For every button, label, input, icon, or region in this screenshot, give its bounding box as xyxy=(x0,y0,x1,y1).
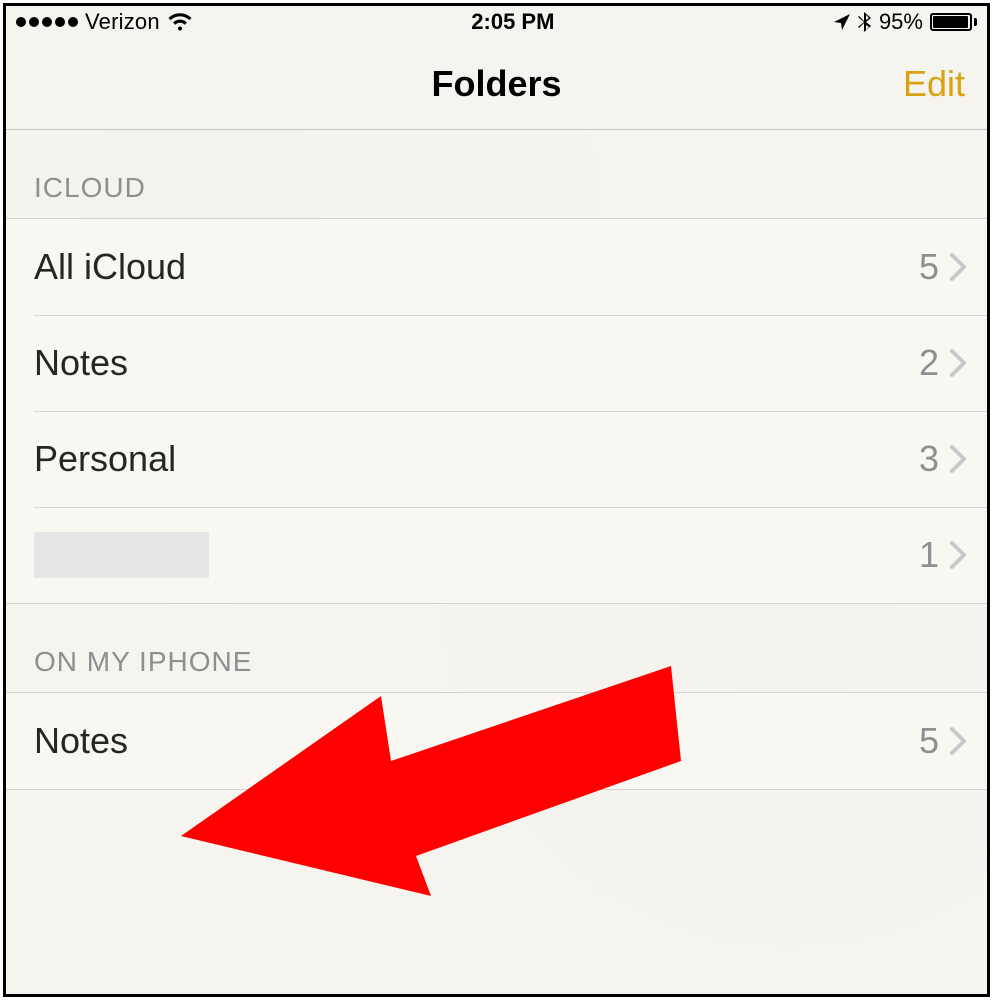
folder-count: 1 xyxy=(919,534,939,576)
chevron-right-icon xyxy=(949,252,967,282)
battery-icon xyxy=(930,13,977,31)
folder-count: 3 xyxy=(919,438,939,480)
chevron-right-icon xyxy=(949,540,967,570)
folder-count: 5 xyxy=(919,246,939,288)
status-bar: Verizon 2:05 PM 95% xyxy=(6,6,987,38)
nav-bar: Folders Edit xyxy=(6,38,987,130)
signal-strength-icon xyxy=(16,17,78,27)
folder-row-all-icloud[interactable]: All iCloud 5 xyxy=(6,219,987,315)
wifi-icon xyxy=(167,12,193,32)
page-title: Folders xyxy=(431,63,561,105)
status-right: 95% xyxy=(833,9,977,35)
chevron-right-icon xyxy=(949,444,967,474)
redacted-label xyxy=(34,532,209,578)
chevron-right-icon xyxy=(949,348,967,378)
folder-count: 5 xyxy=(919,720,939,762)
carrier-label: Verizon xyxy=(85,9,160,35)
edit-button[interactable]: Edit xyxy=(903,63,965,105)
folder-row-notes-local[interactable]: Notes 5 xyxy=(6,693,987,789)
folder-label: Notes xyxy=(34,342,128,384)
clock: 2:05 PM xyxy=(471,9,554,35)
folder-label: Notes xyxy=(34,720,128,762)
status-left: Verizon xyxy=(16,9,193,35)
battery-percentage: 95% xyxy=(879,9,923,35)
section-header-on-my-iphone: ON MY IPHONE xyxy=(6,604,987,692)
bluetooth-icon xyxy=(858,11,872,33)
folder-label: All iCloud xyxy=(34,246,186,288)
chevron-right-icon xyxy=(949,726,967,756)
location-icon xyxy=(833,13,851,31)
folder-row-notes-icloud[interactable]: Notes 2 xyxy=(6,315,987,411)
folder-list-on-my-iphone: Notes 5 xyxy=(6,692,987,790)
folder-list-icloud: All iCloud 5 Notes 2 Personal 3 xyxy=(6,218,987,604)
folder-label: Personal xyxy=(34,438,176,480)
folder-row-personal[interactable]: Personal 3 xyxy=(6,411,987,507)
section-header-icloud: ICLOUD xyxy=(6,130,987,218)
folder-row-redacted[interactable]: 1 xyxy=(6,507,987,603)
folder-count: 2 xyxy=(919,342,939,384)
notes-app-folders-screen: Verizon 2:05 PM 95% Folders Edit ICL xyxy=(3,3,990,997)
